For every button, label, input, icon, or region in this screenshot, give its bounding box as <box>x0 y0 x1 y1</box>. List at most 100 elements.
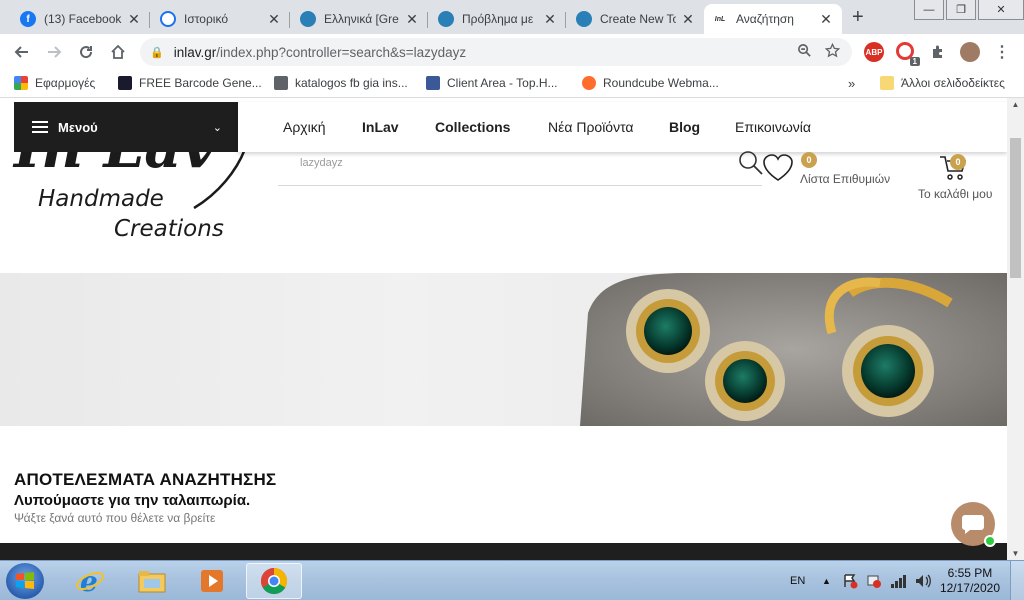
nav-new-products[interactable]: Νέα Προϊόντα <box>548 119 634 135</box>
new-tab-button[interactable]: + <box>852 6 864 29</box>
network-warning-icon[interactable] <box>866 561 882 600</box>
bookmark-apps[interactable]: Εφαρμογές <box>14 76 95 90</box>
tab-search-active[interactable]: InL Αναζήτηση ✕ <box>704 4 842 34</box>
cart-link[interactable]: 0 Το καλάθι μου <box>912 152 1007 202</box>
internet-explorer-icon[interactable]: e <box>62 563 118 599</box>
logo-line2: Creations <box>114 216 224 242</box>
web-page: In Lav Handmade Creations Μενού ⌄ Αρχική… <box>0 98 1007 560</box>
tab-title: Ελληνικά [Gre <box>324 12 399 26</box>
bookmark-barcode[interactable]: FREE Barcode Gene... <box>118 76 262 90</box>
signal-strength-icon[interactable] <box>890 561 908 600</box>
chat-bubble-icon <box>962 515 984 534</box>
tab-facebook[interactable]: f (13) Facebook ✕ <box>12 4 150 34</box>
minimize-button[interactable]: — <box>914 0 944 20</box>
more-bookmarks-chevron-icon[interactable]: » <box>848 76 855 91</box>
scrollbar-thumb[interactable] <box>1010 138 1021 278</box>
bookmark-client-area[interactable]: Client Area - Top.H... <box>426 76 558 90</box>
heart-icon <box>763 154 793 181</box>
tray-expand-icon[interactable]: ▲ <box>822 561 831 600</box>
chat-widget-button[interactable] <box>951 502 996 547</box>
show-desktop-button[interactable] <box>1010 561 1024 600</box>
reload-icon <box>80 46 93 59</box>
search-input[interactable] <box>300 157 700 169</box>
nav-blog[interactable]: Blog <box>669 119 700 135</box>
other-bookmarks[interactable]: Άλλοι σελιδοδείκτες <box>880 76 1005 90</box>
tab-forum-problem[interactable]: Πρόβλημα με ✕ <box>430 4 566 34</box>
jewelry-image <box>580 273 1007 426</box>
close-icon[interactable]: ✕ <box>266 11 282 28</box>
adblock-plus-icon[interactable]: ABP <box>864 42 884 62</box>
bookmark-katalogos[interactable]: katalogos fb gia ins... <box>274 76 408 90</box>
close-icon[interactable]: ✕ <box>818 11 834 28</box>
folder-icon <box>880 76 894 90</box>
tab-create-topic[interactable]: Create New To ✕ <box>568 4 704 34</box>
bookmark-label: FREE Barcode Gene... <box>139 76 262 90</box>
url-host: inlav.gr <box>173 44 217 60</box>
windows-logo-icon <box>16 572 34 589</box>
clock-time: 6:55 PM <box>947 566 993 580</box>
reload-button[interactable] <box>74 40 98 64</box>
volume-icon[interactable] <box>914 561 932 600</box>
start-button[interactable] <box>6 563 44 599</box>
results-title: ΑΠΟΤΕΛΕΣΜΑΤΑ ΑΝΑΖΗΤΗΣΗΣ <box>14 470 277 489</box>
bookmark-star-icon[interactable] <box>824 42 841 62</box>
hamburger-icon <box>32 118 48 136</box>
svg-text:e: e <box>80 566 98 596</box>
tab-title: Ιστορικό <box>184 12 229 26</box>
tab-forum-greek[interactable]: Ελληνικά [Gre ✕ <box>292 4 428 34</box>
opera-vpn-icon[interactable]: 1 <box>896 42 920 66</box>
language-indicator[interactable]: EN <box>790 561 805 600</box>
close-window-button[interactable]: ✕ <box>978 0 1024 20</box>
nav-inlav[interactable]: InLav <box>362 119 399 135</box>
forward-button[interactable] <box>42 40 66 64</box>
wishlist-count-badge: 0 <box>801 152 817 168</box>
back-button[interactable] <box>10 40 34 64</box>
page-icon <box>274 76 288 90</box>
scroll-down-icon[interactable]: ▼ <box>1007 549 1024 558</box>
tab-title: Πρόβλημα με <box>462 12 534 26</box>
scroll-up-icon[interactable]: ▲ <box>1007 100 1024 109</box>
media-player-icon[interactable] <box>184 563 240 599</box>
chrome-menu-icon[interactable]: ⋮ <box>992 42 1012 62</box>
chrome-taskbar-icon[interactable] <box>246 563 302 599</box>
bookmark-roundcube[interactable]: Roundcube Webma... <box>582 76 719 90</box>
search-icon[interactable] <box>738 150 764 181</box>
nav-home[interactable]: Αρχική <box>283 119 326 135</box>
nav-collections[interactable]: Collections <box>435 119 510 135</box>
search-bar <box>278 150 764 186</box>
action-center-icon[interactable] <box>842 561 858 600</box>
forum-icon <box>576 11 592 27</box>
page-scrollbar[interactable]: ▲ ▼ <box>1007 98 1024 560</box>
bookmark-label: Roundcube Webma... <box>603 76 719 90</box>
window-controls: — ❐ ✕ <box>912 0 1024 20</box>
bookmark-label: Client Area - Top.H... <box>447 76 558 90</box>
system-clock[interactable]: 6:55 PM 12/17/2020 <box>940 566 1000 596</box>
home-icon <box>111 44 125 59</box>
close-icon[interactable]: ✕ <box>542 11 558 28</box>
browser-toolbar: 🔒 inlav.gr/index.php?controller=search&s… <box>0 34 1024 70</box>
wishlist-link[interactable]: 0 Λίστα Επιθυμιών <box>762 152 912 192</box>
file-explorer-icon[interactable] <box>124 563 180 599</box>
profile-avatar[interactable] <box>960 42 980 62</box>
close-icon[interactable]: ✕ <box>404 11 420 28</box>
windows-taskbar: e EN ▲ 6:55 PM 12/17/2020 <box>0 560 1024 600</box>
menu-toggle-button[interactable]: Μενού ⌄ <box>14 102 238 152</box>
home-button[interactable] <box>106 40 130 64</box>
zoom-icon[interactable] <box>797 43 812 62</box>
tab-strip: f (13) Facebook ✕ Ιστορικό ✕ Ελληνικά [G… <box>0 0 1024 34</box>
menu-label: Μενού <box>58 119 98 135</box>
extensions-puzzle-icon[interactable] <box>928 42 948 62</box>
barcode-icon <box>118 76 132 90</box>
forward-arrow-icon <box>48 46 62 58</box>
close-icon[interactable]: ✕ <box>680 11 696 28</box>
online-status-dot <box>984 535 996 547</box>
nav-contact[interactable]: Επικοινωνία <box>735 119 811 135</box>
results-sorry-message: Λυπούμαστε για την ταλαιπωρία. <box>14 492 251 509</box>
clock-date: 12/17/2020 <box>939 581 1000 595</box>
close-icon[interactable]: ✕ <box>126 11 142 28</box>
maximize-button[interactable]: ❐ <box>946 0 976 20</box>
address-bar[interactable]: 🔒 inlav.gr/index.php?controller=search&s… <box>140 38 852 66</box>
tab-history[interactable]: Ιστορικό ✕ <box>152 4 290 34</box>
url-text: inlav.gr/index.php?controller=search&s=l… <box>174 45 466 60</box>
tab-title: (13) Facebook <box>44 12 122 26</box>
